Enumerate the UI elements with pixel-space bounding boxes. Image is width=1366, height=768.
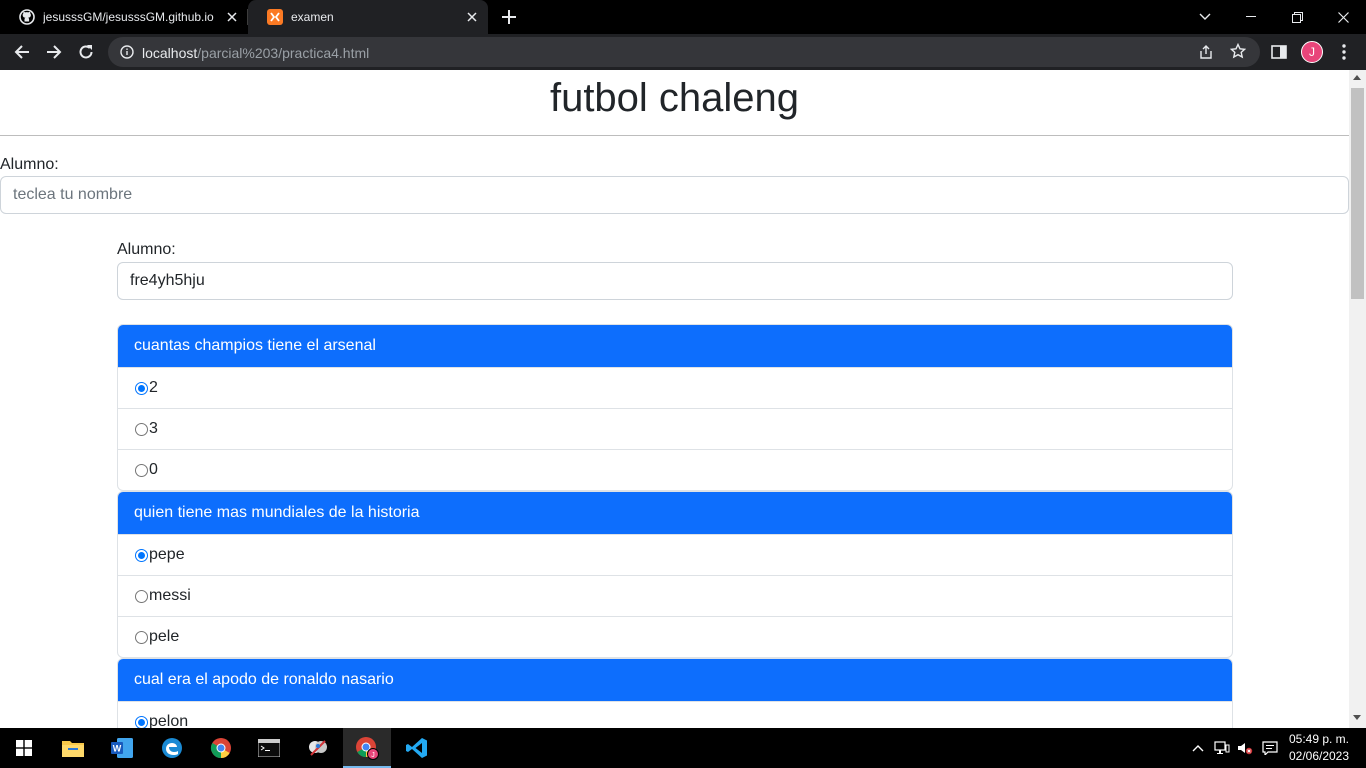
clock-date: 02/06/2023 — [1288, 749, 1350, 763]
github-icon — [19, 9, 35, 25]
scroll-down-arrow-icon[interactable] — [1353, 715, 1361, 720]
browser-toolbar: localhost/parcial%203/practica4.html J — [0, 34, 1366, 70]
option-label: messi — [149, 587, 191, 604]
radio-button[interactable] — [135, 630, 148, 644]
edge-icon[interactable] — [148, 728, 196, 768]
radio-button-checked[interactable] — [135, 548, 148, 562]
question-header: cual era el apodo de ronaldo nasario — [118, 659, 1232, 701]
word-icon[interactable]: W — [98, 728, 146, 768]
chrome-icon[interactable] — [197, 728, 245, 768]
tab-github[interactable]: jesusssGM/jesusssGM.github.io — [0, 0, 248, 34]
radio-button[interactable] — [135, 463, 148, 477]
xampp-icon — [267, 9, 283, 25]
address-bar[interactable]: localhost/parcial%203/practica4.html — [108, 37, 1260, 67]
bookmark-star-icon[interactable] — [1229, 42, 1248, 61]
answer-option[interactable]: 2 — [118, 367, 1232, 408]
url-text: localhost/parcial%203/practica4.html — [142, 45, 369, 61]
taskbar-clock[interactable]: 05:49 p. m. 02/06/2023 — [1288, 731, 1350, 765]
radio-button[interactable] — [135, 589, 148, 603]
vscode-icon[interactable] — [393, 728, 441, 768]
radio-button-checked[interactable] — [135, 715, 148, 728]
option-label: pepe — [149, 546, 185, 563]
share-icon[interactable] — [1198, 44, 1214, 60]
side-panel-icon[interactable] — [1271, 44, 1287, 60]
tab-search-chevron-icon[interactable] — [1182, 0, 1228, 34]
question-header: quien tiene mas mundiales de la historia — [118, 492, 1232, 534]
terminal-icon[interactable] — [245, 728, 293, 768]
url-path: /parcial%203/practica4.html — [197, 45, 370, 61]
option-label: pele — [149, 628, 180, 645]
windows-taskbar: W J 05:49 p. m. 02/06/2023 — [0, 728, 1366, 768]
scrollbar-thumb[interactable] — [1351, 88, 1364, 299]
alumno-name-input[interactable] — [0, 176, 1349, 214]
volume-muted-icon[interactable] — [1237, 740, 1253, 756]
radio-button-checked[interactable] — [135, 381, 148, 395]
kebab-menu-icon[interactable] — [1334, 42, 1354, 62]
svg-text:J: J — [371, 752, 375, 759]
answer-option[interactable]: 3 — [118, 408, 1232, 449]
minimize-icon[interactable] — [1228, 0, 1274, 34]
restore-icon[interactable] — [1274, 0, 1320, 34]
close-tab-icon[interactable] — [224, 9, 240, 25]
new-tab-icon[interactable] — [500, 8, 518, 26]
windows-start-icon[interactable] — [0, 728, 48, 768]
snipping-tool-icon[interactable] — [294, 728, 342, 768]
divider — [0, 135, 1349, 136]
tab-title: jesusssGM/jesusssGM.github.io — [43, 10, 214, 24]
option-label: 3 — [149, 420, 158, 437]
form-alumno-input[interactable] — [117, 262, 1233, 300]
page-scrollbar[interactable] — [1349, 70, 1366, 728]
profile-avatar[interactable]: J — [1301, 41, 1323, 63]
url-host: localhost — [142, 45, 198, 61]
alumno-label: Alumno: — [0, 156, 59, 173]
close-window-icon[interactable] — [1320, 0, 1366, 34]
reload-icon[interactable] — [74, 40, 98, 64]
question-card: cuantas champios tiene el arsenal 2 3 0 — [117, 324, 1233, 491]
back-icon[interactable] — [10, 40, 34, 64]
network-icon[interactable] — [1214, 740, 1230, 756]
scroll-up-arrow-icon[interactable] — [1353, 75, 1361, 80]
radio-button[interactable] — [135, 422, 148, 436]
tray-chevron-up-icon[interactable] — [1190, 740, 1206, 756]
form-alumno-label: Alumno: — [117, 241, 176, 258]
option-label: 2 — [149, 379, 158, 396]
tab-examen[interactable]: examen — [248, 0, 488, 34]
quiz-form: Alumno: cuantas champios tiene el arsena… — [117, 242, 1233, 728]
question-card: quien tiene mas mundiales de la historia… — [117, 491, 1233, 658]
clock-time: 05:49 p. m. — [1288, 732, 1350, 746]
answer-option[interactable]: 0 — [118, 449, 1232, 490]
answer-option[interactable]: pelon — [118, 701, 1232, 728]
option-label: pelon — [149, 713, 189, 728]
answer-option[interactable]: pepe — [118, 534, 1232, 575]
notification-icon[interactable] — [1262, 740, 1278, 756]
forward-icon[interactable] — [42, 40, 66, 64]
tab-title: examen — [291, 10, 334, 24]
question-card: cual era el apodo de ronaldo nasario pel… — [117, 658, 1233, 728]
page-viewport: futbol chaleng Alumno: Alumno: cuantas c… — [0, 70, 1366, 728]
info-icon[interactable] — [119, 44, 135, 60]
svg-text:W: W — [113, 744, 122, 754]
answer-option[interactable]: messi — [118, 575, 1232, 616]
option-label: 0 — [149, 461, 158, 478]
question-header: cuantas champios tiene el arsenal — [118, 325, 1232, 367]
browser-tab-bar: jesusssGM/jesusssGM.github.io examen — [0, 0, 1366, 34]
chrome-profile-icon[interactable]: J — [343, 728, 391, 768]
page-title: futbol chaleng — [549, 76, 800, 120]
file-explorer-icon[interactable] — [49, 728, 97, 768]
close-tab-icon[interactable] — [464, 9, 480, 25]
answer-option[interactable]: pele — [118, 616, 1232, 657]
